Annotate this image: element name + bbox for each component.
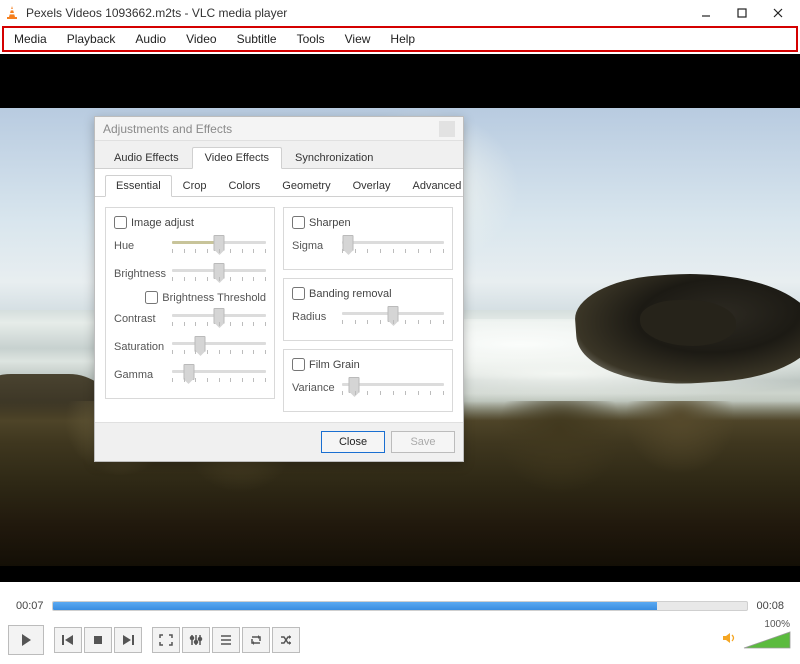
menubar-highlight: Media Playback Audio Video Subtitle Tool… [2, 26, 798, 52]
menu-subtitle[interactable]: Subtitle [227, 29, 287, 49]
contrast-label: Contrast [114, 313, 166, 325]
menu-help[interactable]: Help [380, 29, 425, 49]
sigma-slider[interactable] [342, 235, 444, 257]
sharpen-label: Sharpen [309, 217, 351, 229]
contrast-slider[interactable] [172, 308, 266, 330]
tab-audio-effects[interactable]: Audio Effects [101, 147, 192, 169]
sharpen-group: Sharpen Sigma [283, 207, 453, 270]
variance-label: Variance [292, 382, 336, 394]
dialog-titlebar[interactable]: Adjustments and Effects [95, 117, 463, 141]
saturation-slider[interactable] [172, 336, 266, 358]
tab-video-effects[interactable]: Video Effects [192, 147, 282, 169]
banding-label: Banding removal [309, 288, 392, 300]
menu-media[interactable]: Media [4, 29, 57, 49]
save-button[interactable]: Save [391, 431, 455, 453]
time-elapsed: 00:07 [16, 600, 44, 612]
brightness-threshold-checkbox[interactable] [145, 291, 158, 304]
filmgrain-group: Film Grain Variance [283, 349, 453, 412]
volume-control: 100% [722, 629, 792, 651]
volume-slider[interactable]: 100% [742, 629, 792, 651]
variance-slider[interactable] [342, 377, 444, 399]
close-button[interactable]: Close [321, 431, 385, 453]
effects-dialog: Adjustments and Effects Audio Effects Vi… [94, 116, 464, 462]
video-effects-subtabs: Essential Crop Colors Geometry Overlay A… [95, 169, 463, 197]
saturation-label: Saturation [114, 341, 166, 353]
tab-synchronization[interactable]: Synchronization [282, 147, 386, 169]
dialog-close-icon[interactable] [439, 121, 455, 137]
radius-slider[interactable] [342, 306, 444, 328]
subtab-crop[interactable]: Crop [172, 175, 218, 197]
subtab-advanced[interactable]: Advanced [401, 175, 472, 197]
gamma-slider[interactable] [172, 364, 266, 386]
speaker-icon[interactable] [722, 631, 738, 650]
shuffle-button[interactable] [272, 627, 300, 653]
menu-audio[interactable]: Audio [125, 29, 176, 49]
image-adjust-group: Image adjust Hue Brightness Brightness T… [105, 207, 275, 399]
subtab-colors[interactable]: Colors [217, 175, 271, 197]
loop-button[interactable] [242, 627, 270, 653]
image-adjust-checkbox[interactable] [114, 216, 127, 229]
window-title: Pexels Videos 1093662.m2ts - VLC media p… [26, 6, 688, 20]
effects-top-tabs: Audio Effects Video Effects Synchronizat… [95, 141, 463, 169]
sigma-label: Sigma [292, 240, 336, 252]
subtab-overlay[interactable]: Overlay [342, 175, 402, 197]
menu-tools[interactable]: Tools [287, 29, 335, 49]
hue-label: Hue [114, 240, 166, 252]
video-area: Adjustments and Effects Audio Effects Vi… [0, 54, 800, 582]
filmgrain-checkbox[interactable] [292, 358, 305, 371]
next-button[interactable] [114, 627, 142, 653]
essential-right-col: Sharpen Sigma Banding removal Radius [283, 207, 453, 412]
gamma-label: Gamma [114, 369, 166, 381]
essential-panel: Image adjust Hue Brightness Brightness T… [95, 197, 463, 422]
filmgrain-label: Film Grain [309, 359, 360, 371]
seek-slider[interactable] [52, 601, 749, 611]
essential-left-col: Image adjust Hue Brightness Brightness T… [105, 207, 275, 412]
seek-fill [53, 602, 658, 610]
stop-button[interactable] [84, 627, 112, 653]
time-bar: 00:07 00:08 [16, 596, 784, 616]
image-adjust-label: Image adjust [131, 217, 194, 229]
vlc-cone-icon [4, 5, 20, 21]
window-close-button[interactable] [760, 1, 796, 25]
time-total: 00:08 [756, 600, 784, 612]
brightness-label: Brightness [114, 268, 166, 280]
banding-group: Banding removal Radius [283, 278, 453, 341]
dialog-button-row: Close Save [95, 422, 463, 461]
sharpen-checkbox[interactable] [292, 216, 305, 229]
hue-slider[interactable] [172, 235, 266, 257]
menubar: Media Playback Audio Video Subtitle Tool… [4, 28, 796, 50]
brightness-threshold-label: Brightness Threshold [162, 292, 266, 304]
banding-checkbox[interactable] [292, 287, 305, 300]
fullscreen-button[interactable] [152, 627, 180, 653]
brightness-slider[interactable] [172, 263, 266, 285]
menu-view[interactable]: View [335, 29, 381, 49]
subtab-essential[interactable]: Essential [105, 175, 172, 197]
dialog-title: Adjustments and Effects [103, 122, 232, 136]
window-minimize-button[interactable] [688, 1, 724, 25]
window-titlebar: Pexels Videos 1093662.m2ts - VLC media p… [0, 0, 800, 26]
extended-settings-button[interactable] [182, 627, 210, 653]
playlist-button[interactable] [212, 627, 240, 653]
window-maximize-button[interactable] [724, 1, 760, 25]
volume-label: 100% [764, 619, 790, 630]
previous-button[interactable] [54, 627, 82, 653]
menu-video[interactable]: Video [176, 29, 226, 49]
radius-label: Radius [292, 311, 336, 323]
play-button[interactable] [8, 625, 44, 655]
subtab-geometry[interactable]: Geometry [271, 175, 341, 197]
player-controls: 100% [0, 622, 800, 658]
menu-playback[interactable]: Playback [57, 29, 126, 49]
